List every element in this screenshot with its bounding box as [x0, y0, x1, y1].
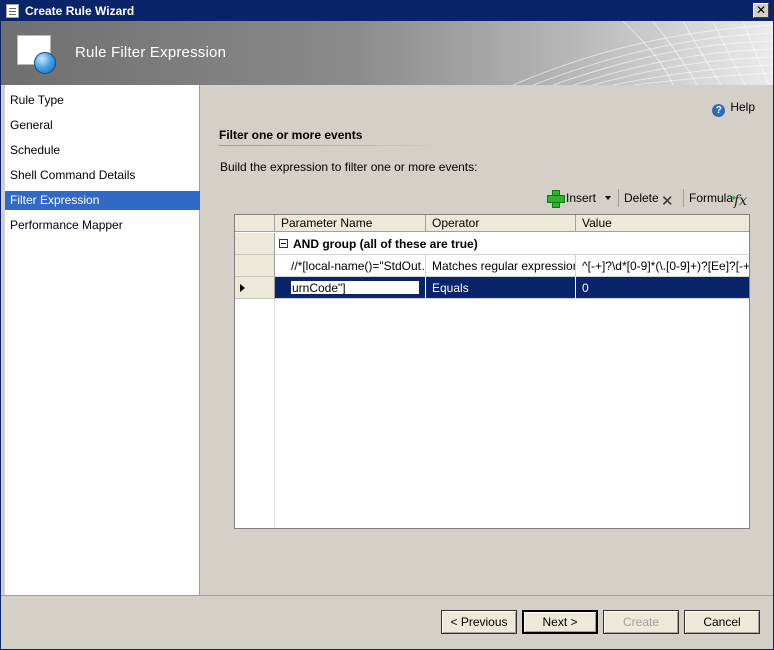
page-heading: Rule Filter Expression — [75, 44, 227, 61]
window-title: Create Rule Wizard — [25, 4, 135, 18]
delete-label: Delete — [624, 191, 659, 205]
help-link[interactable]: ? Help — [712, 100, 755, 117]
section-divider — [219, 145, 449, 146]
grid-header: Parameter Name Operator Value — [235, 215, 749, 232]
instructions-text: Build the expression to filter one or mo… — [220, 160, 478, 174]
plus-icon — [547, 190, 565, 208]
row-header-column — [235, 299, 275, 528]
globe-icon — [34, 52, 56, 74]
nav-item-filter-expression[interactable]: Filter Expression — [5, 191, 200, 210]
operator-cell[interactable]: Equals — [426, 277, 576, 299]
nav-item-shell-command-details[interactable]: Shell Command Details — [5, 166, 200, 185]
help-icon: ? — [712, 104, 726, 117]
row-selector[interactable] — [235, 233, 275, 255]
operator-cell[interactable]: Matches regular expression — [426, 255, 576, 277]
next-button[interactable]: Next > — [522, 610, 598, 634]
parameter-edit-input[interactable] — [290, 280, 420, 295]
chevron-down-icon — [605, 196, 611, 200]
group-row[interactable]: AND group (all of these are true) — [275, 233, 749, 255]
value-cell[interactable]: ^[-+]?\d*[0-9]*(\.[0-9]+)?[Ee]?[-+]… — [576, 255, 749, 277]
toolbar-separator — [683, 189, 684, 207]
formula-icon: ✦ fx — [730, 193, 748, 209]
table-row[interactable]: //*[local-name()="StdOut… Matches regula… — [275, 255, 749, 277]
insert-dropdown-button[interactable] — [601, 186, 615, 210]
formula-label: Formula — [689, 191, 734, 205]
collapse-icon[interactable] — [279, 239, 288, 248]
row-header-corner — [235, 215, 275, 232]
group-cell: AND group (all of these are true) — [275, 233, 749, 255]
column-header-value[interactable]: Value — [576, 215, 749, 232]
create-button[interactable]: Create — [603, 610, 679, 634]
close-button[interactable]: ✕ — [753, 3, 769, 18]
table-row-selected[interactable]: Equals 0 — [275, 277, 749, 299]
group-label: AND group (all of these are true) — [293, 237, 478, 251]
section-title: Filter one or more events — [219, 128, 363, 142]
title-bar[interactable]: Create Rule Wizard ✕ — [1, 1, 773, 21]
content-panel: ? Help Filter one or more events Build th… — [201, 85, 773, 595]
row-selector[interactable] — [235, 255, 275, 277]
nav-item-schedule[interactable]: Schedule — [5, 141, 200, 160]
toolbar-separator — [618, 189, 619, 207]
wizard-window: Create Rule Wizard ✕ Rule Filter Express… — [0, 0, 774, 650]
row-selector[interactable] — [235, 277, 275, 299]
nav-item-rule-type[interactable]: Rule Type — [5, 91, 200, 110]
current-row-icon — [240, 284, 245, 292]
parameter-cell[interactable]: //*[local-name()="StdOut… — [275, 255, 426, 277]
wizard-icon — [17, 35, 56, 74]
nav-item-general[interactable]: General — [5, 116, 200, 135]
column-header-operator[interactable]: Operator — [426, 215, 576, 232]
nav-item-performance-mapper[interactable]: Performance Mapper — [5, 216, 200, 235]
header-banner: Rule Filter Expression — [1, 21, 773, 85]
button-bar: < Previous Next > Create Cancel — [1, 595, 773, 649]
column-header-parameter-name[interactable]: Parameter Name — [275, 215, 426, 232]
delete-icon: ✕ — [661, 192, 674, 210]
delete-button[interactable]: Delete ✕ — [624, 186, 680, 210]
window-icon — [6, 4, 19, 18]
banner-graphic — [512, 21, 773, 85]
formula-button[interactable]: Formula ✦ fx — [689, 186, 751, 210]
help-label: Help — [730, 100, 755, 114]
wizard-steps-nav: Rule Type General Schedule Shell Command… — [5, 85, 200, 595]
insert-label: Insert — [566, 191, 597, 205]
parameter-cell[interactable] — [275, 277, 426, 299]
expression-grid[interactable]: Parameter Name Operator Value AND group … — [234, 214, 750, 529]
previous-button[interactable]: < Previous — [441, 610, 517, 634]
value-cell[interactable]: 0 — [576, 277, 749, 299]
cancel-button[interactable]: Cancel — [684, 610, 760, 634]
